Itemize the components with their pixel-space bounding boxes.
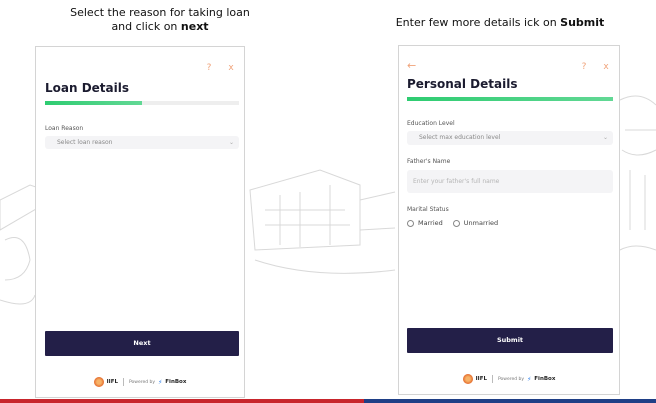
loan-reason-placeholder: Select loan reason xyxy=(57,139,113,146)
instruction-left-line1: Select the reason for taking loan xyxy=(70,6,250,19)
next-button[interactable]: Next xyxy=(45,331,239,356)
card-top-icons: ? x xyxy=(579,62,611,72)
finbox-icon: ⚡ xyxy=(527,375,532,383)
powered-by-text: Powered by xyxy=(497,376,525,382)
loan-details-card: ? x Loan Details Loan Reason Select loan… xyxy=(35,46,245,398)
education-level-select[interactable]: Select max education level ⌄ xyxy=(407,131,613,145)
instruction-left-bold: next xyxy=(180,20,209,33)
partner-name: FinBox xyxy=(534,376,556,382)
back-arrow-icon[interactable]: ← xyxy=(407,59,416,72)
progress-fill xyxy=(45,101,142,105)
footer: IIFL Powered by ⚡ FinBox xyxy=(36,377,244,387)
fathers-name-label: Father's Name xyxy=(407,158,451,165)
powered-by-text: Powered by xyxy=(128,379,156,385)
chevron-down-icon: ⌄ xyxy=(602,134,608,141)
finbox-icon: ⚡ xyxy=(158,378,163,386)
radio-unmarried-label[interactable]: Unmarried xyxy=(464,219,498,227)
iifl-logo-icon xyxy=(93,377,104,387)
iifl-logo-icon xyxy=(462,374,473,384)
loan-reason-label: Loan Reason xyxy=(45,125,84,132)
personal-details-card: ← ? x Personal Details Education Level S… xyxy=(398,45,620,395)
instruction-left-prefix: and click on xyxy=(111,20,181,33)
page-title: Personal Details xyxy=(407,77,518,91)
progress-bar xyxy=(407,97,613,101)
page-title: Loan Details xyxy=(45,81,130,95)
chevron-down-icon: ⌄ xyxy=(228,139,234,146)
divider xyxy=(491,375,493,383)
brand-name: IIFL xyxy=(106,379,118,385)
help-icon[interactable]: ? xyxy=(204,63,214,73)
close-icon[interactable]: x xyxy=(226,63,236,73)
marital-status-label: Marital Status xyxy=(407,206,449,213)
marital-status-radio-group: Married Unmarried xyxy=(407,219,504,227)
radio-married-label[interactable]: Married xyxy=(418,219,443,227)
instruction-right-prefix: Enter few more details ick on xyxy=(395,16,561,29)
instruction-left: Select the reason for taking loan and cl… xyxy=(55,6,265,34)
radio-married[interactable] xyxy=(407,219,414,227)
radio-unmarried[interactable] xyxy=(452,219,460,227)
progress-bar xyxy=(45,101,239,105)
fathers-name-input[interactable]: Enter your father's full name xyxy=(407,170,613,193)
card-top-icons: ? x xyxy=(204,63,236,73)
instruction-right: Enter few more details ick on Submit xyxy=(385,16,615,30)
brand-name: IIFL xyxy=(475,376,487,382)
education-level-label: Education Level xyxy=(407,120,455,127)
bottom-bar-red xyxy=(0,399,364,403)
divider xyxy=(122,378,124,386)
bottom-brand-bar xyxy=(0,399,656,403)
progress-fill xyxy=(407,97,613,101)
loan-reason-select[interactable]: Select loan reason ⌄ xyxy=(45,136,239,149)
education-level-placeholder: Select max education level xyxy=(419,134,501,141)
close-icon[interactable]: x xyxy=(601,62,611,72)
help-icon[interactable]: ? xyxy=(579,62,589,72)
submit-button[interactable]: Submit xyxy=(407,328,613,353)
instruction-right-bold: Submit xyxy=(560,16,605,29)
footer: IIFL Powered by ⚡ FinBox xyxy=(399,374,619,384)
partner-name: FinBox xyxy=(165,379,187,385)
instruction-left-line2: and click on next xyxy=(55,20,265,34)
bottom-bar-blue xyxy=(364,399,656,403)
